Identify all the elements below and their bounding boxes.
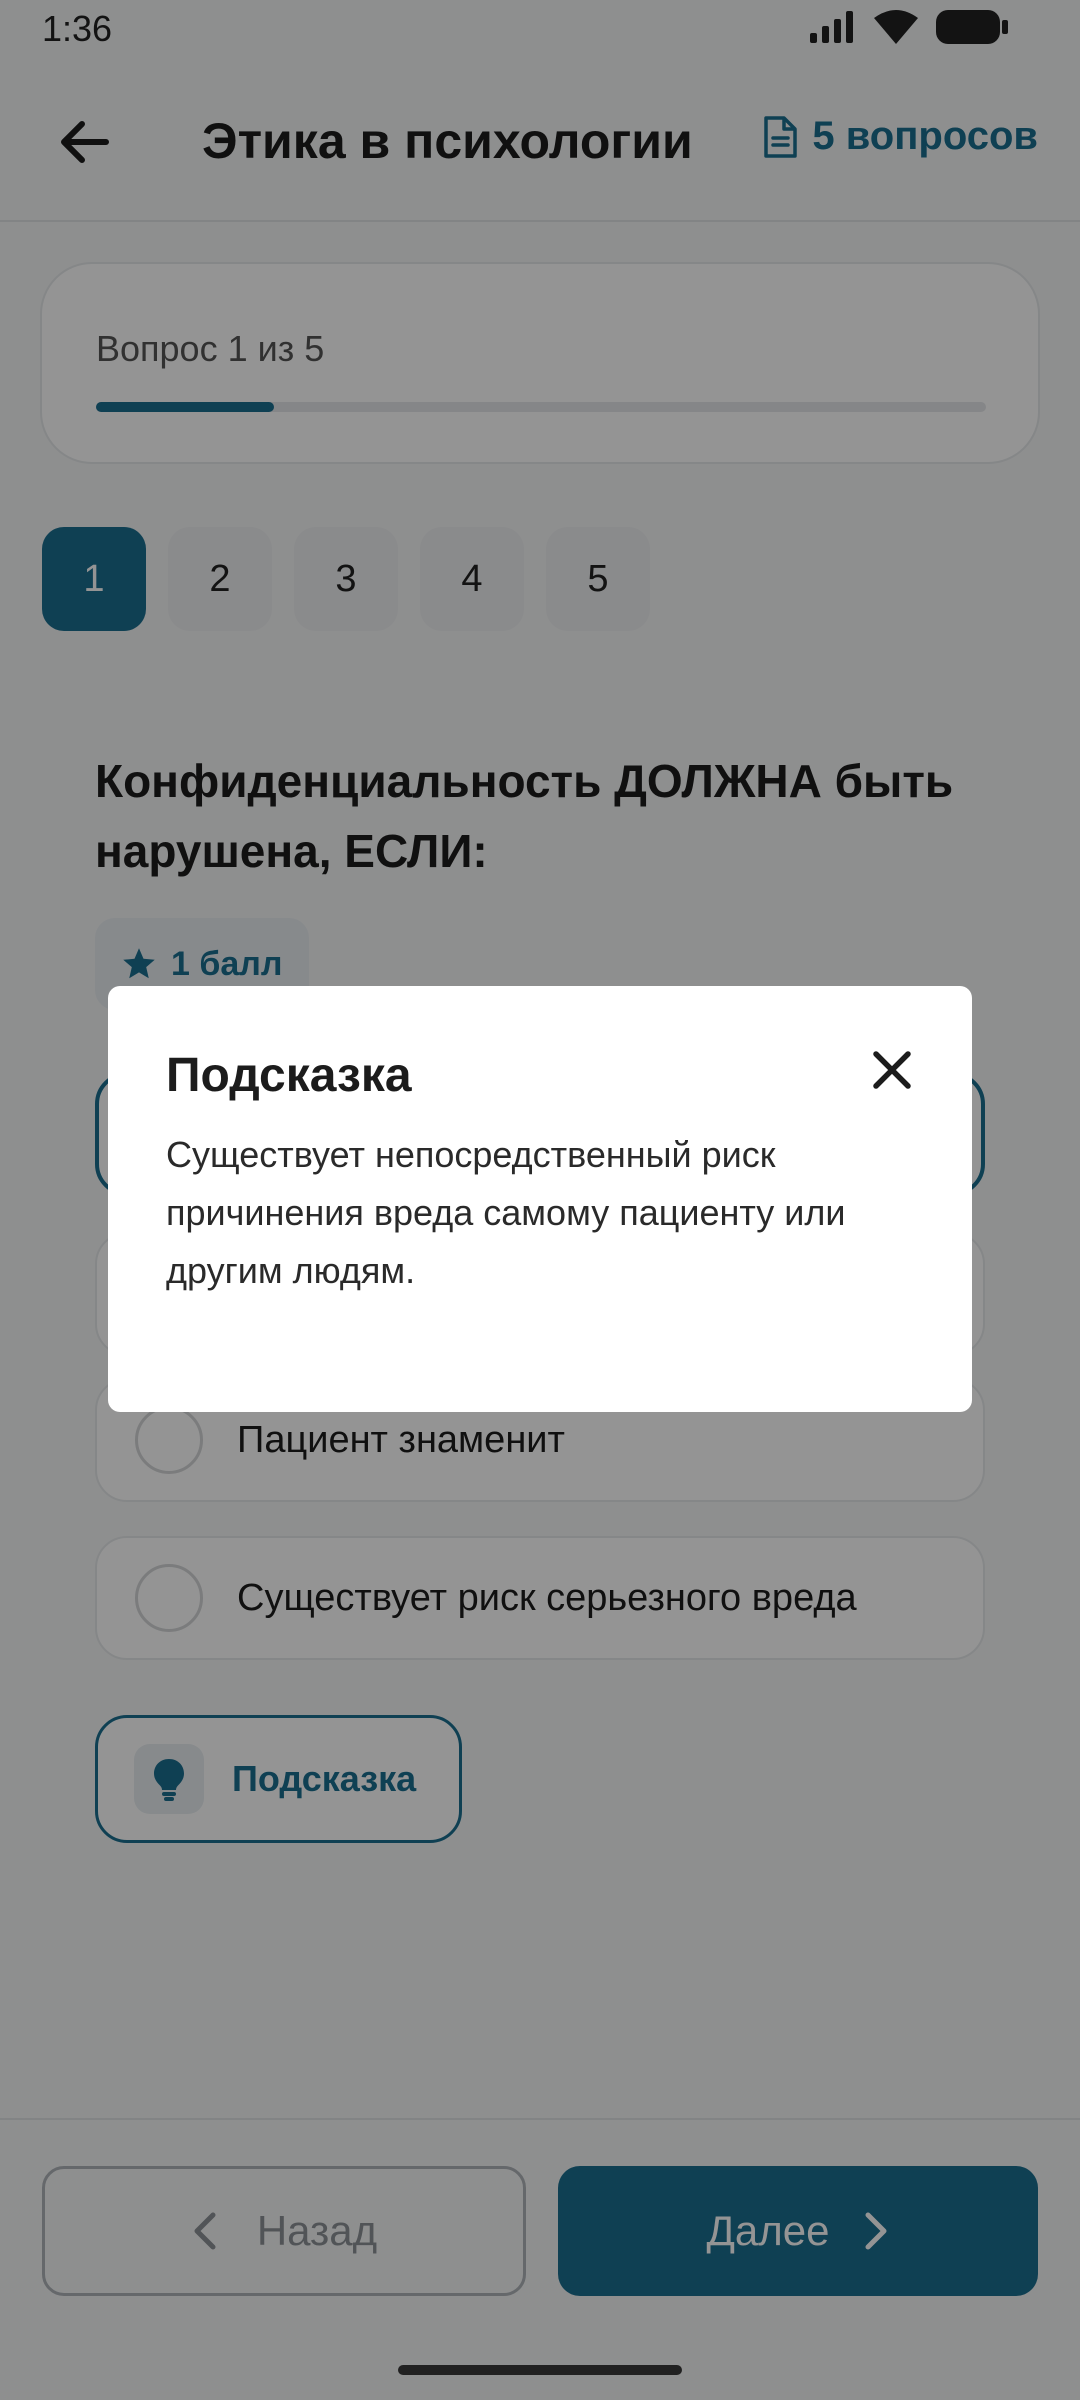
dialog-body: Существует непосредственный риск причине… bbox=[166, 1134, 846, 1291]
close-icon bbox=[873, 1051, 911, 1089]
hint-dialog: Подсказка Существует непосредственный ри… bbox=[108, 986, 972, 1412]
close-button[interactable] bbox=[864, 1042, 920, 1098]
dialog-title: Подсказка bbox=[166, 1049, 412, 1102]
